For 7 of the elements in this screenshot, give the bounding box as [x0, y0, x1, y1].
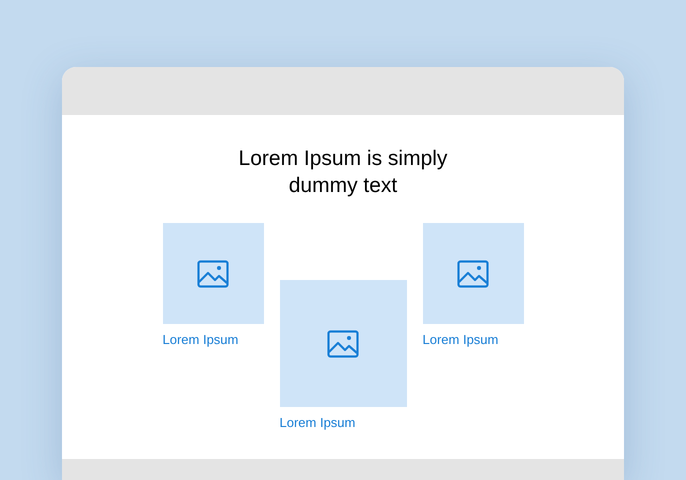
- heading: Lorem Ipsum is simply dummy text: [238, 146, 448, 199]
- image-caption: Lorem Ipsum: [162, 332, 240, 348]
- image-caption: Lorem Ipsum: [422, 332, 500, 348]
- image-icon: [327, 330, 359, 358]
- image-icon: [457, 260, 489, 288]
- image-caption: Lorem Ipsum: [280, 415, 356, 431]
- image-icon: [197, 260, 229, 288]
